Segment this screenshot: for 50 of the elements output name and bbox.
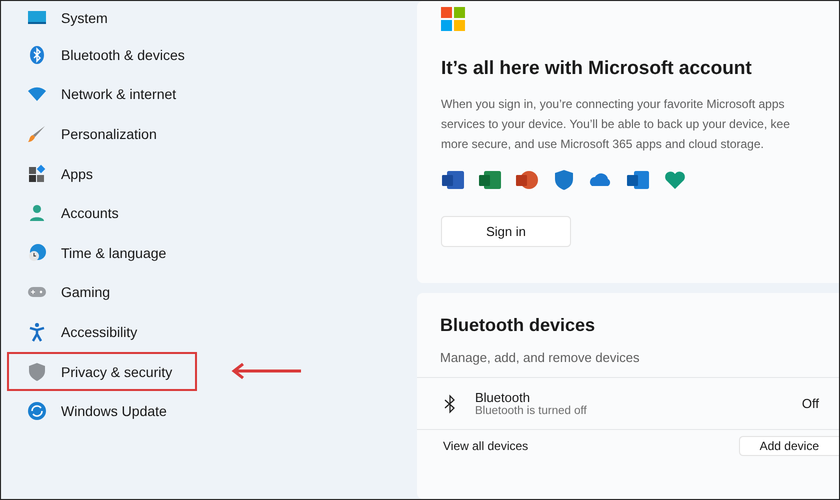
sidebar-item-label: Accounts xyxy=(61,205,119,222)
description-line: services to your device. You’ll be able to back up your device, kee xyxy=(441,116,791,133)
sidebar-item[interactable]: Bluetooth & devices xyxy=(7,35,197,75)
sidebar-item[interactable]: Windows Update xyxy=(7,391,197,431)
word-icon xyxy=(441,168,465,192)
accessibility-icon xyxy=(27,322,47,342)
sync-icon xyxy=(27,401,47,422)
bluetooth-icon xyxy=(443,394,457,414)
description-line: When you sign in, you’re connecting your favorite Microsoft apps xyxy=(441,96,786,113)
sidebar-item[interactable]: Gaming xyxy=(7,272,197,312)
apps-icon xyxy=(27,164,47,184)
setting-title: Bluetooth xyxy=(475,390,531,405)
sidebar-item-label: System xyxy=(61,10,108,26)
outlook-icon xyxy=(626,168,650,192)
person-icon xyxy=(27,203,47,224)
description-line: more secure, and use Microsoft 365 apps and cloud storage. xyxy=(441,136,765,153)
card-subtitle: Manage, add, and remove devices xyxy=(440,350,640,365)
sidebar-item[interactable]: Personalization xyxy=(7,114,197,154)
paintbrush-icon xyxy=(27,124,47,144)
sidebar-item-label: Gaming xyxy=(61,284,110,300)
sidebar-item-label: Apps xyxy=(61,166,93,182)
sidebar-item-label: Bluetooth & devices xyxy=(61,46,185,63)
sign-in-button[interactable]: Sign in xyxy=(441,216,571,247)
bluetooth-icon xyxy=(27,44,47,65)
sidebar-item[interactable]: Accounts xyxy=(7,193,197,233)
sidebar-item-label: Network & internet xyxy=(61,86,176,102)
sidebar-item[interactable]: System xyxy=(7,1,197,35)
microsoft-logo-icon xyxy=(441,7,465,31)
globe-clock-icon xyxy=(27,242,47,263)
sidebar-item-label: Windows Update xyxy=(61,403,167,420)
setting-status: Off xyxy=(802,396,819,411)
sidebar-item-label: Privacy & security xyxy=(61,364,172,380)
add-device-button[interactable]: Add device xyxy=(738,436,839,456)
shield-icon xyxy=(27,362,47,382)
excel-icon xyxy=(478,168,502,192)
card-title: Bluetooth devices xyxy=(440,315,596,336)
sidebar-item[interactable]: Time & language xyxy=(7,232,197,273)
sidebar-item-label: Personalization xyxy=(61,126,157,142)
powerpoint-icon xyxy=(515,168,539,192)
sidebar-item[interactable]: Privacy & security xyxy=(7,352,197,392)
sidebar-item-label: Accessibility xyxy=(61,324,138,340)
view-all-devices-link[interactable]: View all devices xyxy=(443,439,528,453)
sidebar-item[interactable]: Network & internet xyxy=(7,74,197,114)
sidebar-item-label: Time & language xyxy=(61,244,166,261)
annotation-arrow xyxy=(231,361,303,381)
shield-icon xyxy=(552,168,576,192)
sidebar-item[interactable]: Apps xyxy=(7,154,197,194)
card-title: It’s all here with Microsoft account xyxy=(441,58,753,80)
setting-description: Bluetooth is turned off xyxy=(475,405,588,417)
sidebar-item[interactable]: Accessibility xyxy=(7,312,197,352)
